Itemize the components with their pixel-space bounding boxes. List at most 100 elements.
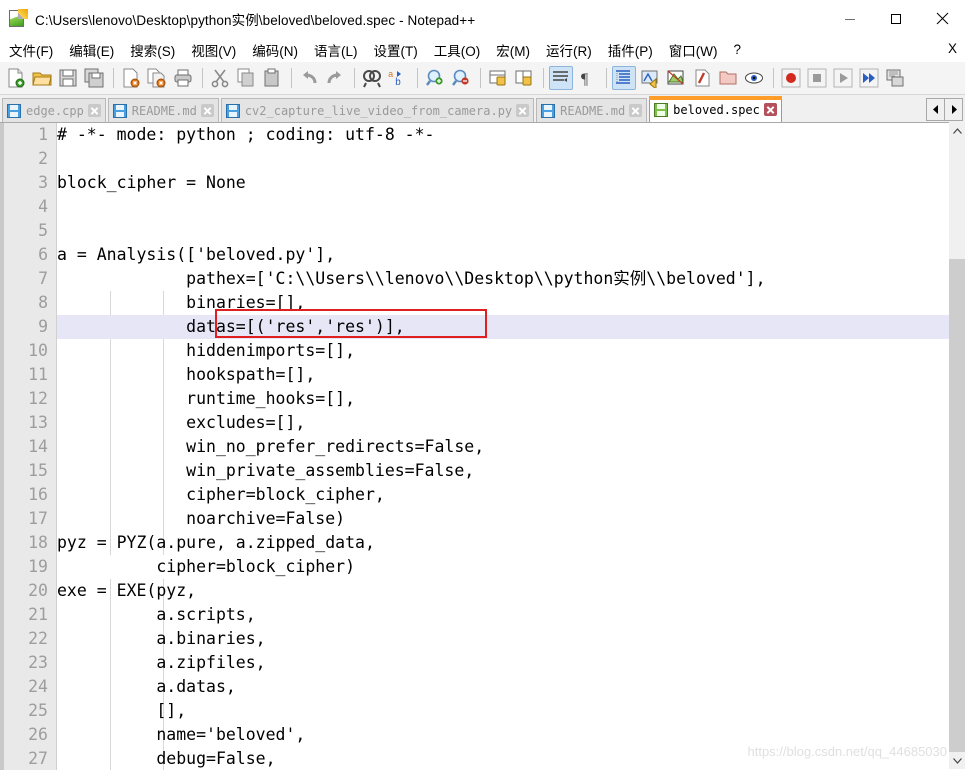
tab-close-icon[interactable]	[629, 104, 643, 117]
sync-vertical-icon[interactable]	[486, 66, 510, 90]
word-wrap-icon[interactable]	[549, 66, 573, 90]
tab-label: README.md	[131, 103, 197, 118]
play-macro-icon[interactable]	[831, 66, 855, 90]
scrollbar-thumb[interactable]	[949, 139, 965, 259]
line-number: 24	[28, 677, 48, 696]
tab-cv2-capture-py[interactable]: cv2_capture_live_video_from_camera.py	[220, 98, 535, 122]
toolbar: ab ¶	[0, 62, 965, 95]
user-language-icon[interactable]	[664, 66, 688, 90]
save-macro-icon[interactable]	[883, 66, 907, 90]
copy-icon[interactable]	[234, 66, 258, 90]
code-line: pyz = PYZ(a.pure, a.zipped_data,	[57, 533, 375, 552]
close-file-icon[interactable]	[119, 66, 143, 90]
line-number: 7	[38, 269, 48, 288]
menu-file[interactable]: 文件(F)	[2, 37, 60, 63]
close-document-button[interactable]: X	[948, 41, 957, 56]
svg-text:¶: ¶	[581, 71, 589, 88]
open-file-icon[interactable]	[30, 66, 54, 90]
document-map-icon[interactable]	[742, 66, 766, 90]
folder-as-workspace-icon[interactable]	[716, 66, 740, 90]
show-all-chars-icon[interactable]: ¶	[575, 66, 599, 90]
cut-icon[interactable]	[208, 66, 232, 90]
save-icon[interactable]	[56, 66, 80, 90]
close-all-icon[interactable]	[145, 66, 169, 90]
menu-view[interactable]: 视图(V)	[184, 37, 243, 63]
redo-icon[interactable]	[323, 66, 347, 90]
line-number: 23	[28, 653, 48, 672]
chevron-up-icon[interactable]	[949, 122, 965, 139]
shortcut-mapper-icon[interactable]	[690, 66, 714, 90]
record-macro-icon[interactable]	[779, 66, 803, 90]
toolbar-separator	[291, 68, 292, 88]
code-line: noarchive=False)	[57, 509, 346, 528]
indent-guide-icon[interactable]	[612, 66, 636, 90]
code-line: a = Analysis(['beloved.py'],	[57, 245, 336, 264]
chevron-left-icon[interactable]	[926, 98, 945, 121]
line-number-gutter: 1 2 3 4 5 6 7 8 9 10 11 12 13 14 15 16 1…	[0, 123, 57, 770]
zoom-in-icon[interactable]	[423, 66, 447, 90]
saved-file-icon	[7, 103, 21, 118]
code-line: binaries=[],	[57, 293, 306, 312]
tab-close-icon[interactable]	[200, 104, 214, 117]
stop-macro-icon[interactable]	[805, 66, 829, 90]
tab-beloved-spec[interactable]: beloved.spec	[649, 96, 782, 122]
saved-file-icon	[654, 102, 669, 117]
code-line: win_private_assemblies=False,	[57, 461, 475, 480]
menu-macro[interactable]: 宏(M)	[489, 37, 537, 63]
tab-readme-md-1[interactable]: README.md	[107, 98, 219, 122]
tab-bar: edge.cpp README.md cv2_capture_live_vide…	[0, 95, 965, 122]
code-editor[interactable]: 1 2 3 4 5 6 7 8 9 10 11 12 13 14 15 16 1…	[0, 122, 965, 770]
tab-label: edge.cpp	[26, 103, 84, 118]
line-number: 25	[28, 701, 48, 720]
print-icon[interactable]	[171, 66, 195, 90]
menu-run[interactable]: 运行(R)	[539, 37, 599, 63]
line-number: 19	[28, 557, 48, 576]
tab-close-icon[interactable]	[516, 104, 530, 117]
code-line: a.scripts,	[57, 605, 256, 624]
undo-icon[interactable]	[297, 66, 321, 90]
code-line: hookspath=[],	[57, 365, 316, 384]
menu-search[interactable]: 搜索(S)	[123, 37, 182, 63]
tab-readme-md-2[interactable]: README.md	[536, 98, 648, 122]
find-icon[interactable]	[360, 66, 384, 90]
toolbar-separator	[417, 68, 418, 88]
save-all-icon[interactable]	[82, 66, 106, 90]
replace-icon[interactable]: ab	[386, 66, 410, 90]
line-number: 4	[38, 197, 48, 216]
menu-encoding[interactable]: 编码(N)	[245, 37, 305, 63]
line-number: 27	[28, 749, 48, 768]
new-file-icon[interactable]	[4, 66, 28, 90]
line-number: 11	[28, 365, 48, 384]
tab-label: beloved.spec	[673, 102, 760, 117]
sync-horizontal-icon[interactable]	[512, 66, 536, 90]
line-number: 6	[38, 245, 48, 264]
fast-play-macro-icon[interactable]	[857, 66, 881, 90]
zoom-out-icon[interactable]	[449, 66, 473, 90]
code-line: win_no_prefer_redirects=False,	[57, 437, 485, 456]
close-icon[interactable]	[919, 0, 965, 37]
tab-nav-buttons	[926, 98, 963, 121]
menu-language[interactable]: 语言(L)	[307, 37, 365, 63]
code-line: # -*- mode: python ; coding: utf-8 -*-	[57, 125, 435, 144]
menu-settings[interactable]: 设置(T)	[367, 37, 425, 63]
code-line: hiddenimports=[],	[57, 341, 356, 360]
code-text-area[interactable]: # -*- mode: python ; coding: utf-8 -*- b…	[57, 123, 949, 770]
menu-help[interactable]: ?	[726, 39, 748, 60]
tab-close-icon[interactable]	[763, 103, 777, 116]
uppercase-icon[interactable]	[638, 66, 662, 90]
menu-plugins[interactable]: 插件(P)	[601, 37, 660, 63]
minimize-icon[interactable]	[827, 0, 873, 37]
menu-edit[interactable]: 编辑(E)	[62, 37, 121, 63]
vertical-scrollbar[interactable]	[949, 122, 965, 769]
maximize-icon[interactable]	[873, 0, 919, 37]
line-number: 17	[28, 509, 48, 528]
paste-icon[interactable]	[260, 66, 284, 90]
chevron-down-icon[interactable]	[949, 752, 965, 769]
tab-close-icon[interactable]	[87, 104, 101, 117]
menu-tools[interactable]: 工具(O)	[427, 37, 488, 63]
tab-edge-cpp[interactable]: edge.cpp	[2, 98, 106, 122]
line-number: 1	[38, 125, 48, 144]
menu-window[interactable]: 窗口(W)	[662, 37, 725, 63]
chevron-right-icon[interactable]	[944, 98, 963, 121]
